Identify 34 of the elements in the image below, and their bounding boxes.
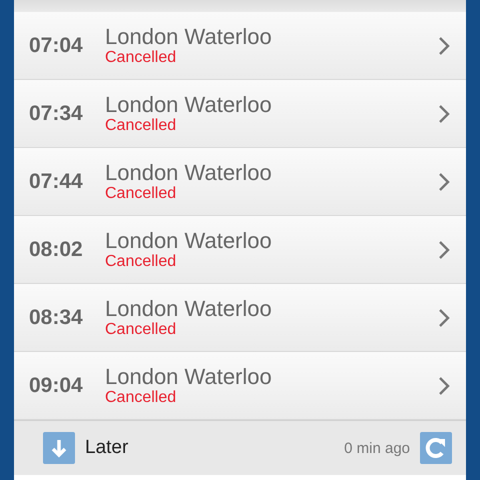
- chevron-icon: [438, 172, 450, 192]
- chevron-icon: [438, 308, 450, 328]
- departure-row[interactable]: 09:04 London Waterloo Cancelled: [14, 352, 466, 420]
- departure-row[interactable]: 08:34 London Waterloo Cancelled: [14, 284, 466, 352]
- departure-time: 07:34: [29, 102, 84, 126]
- departure-row[interactable]: 07:04 London Waterloo Cancelled: [14, 12, 466, 80]
- destination: London Waterloo: [105, 160, 273, 184]
- departure-time: 07:44: [29, 170, 84, 194]
- destination: London Waterloo: [105, 364, 273, 388]
- status-label: Cancelled: [105, 388, 178, 406]
- refresh-button[interactable]: [420, 432, 452, 464]
- destination: London Waterloo: [105, 296, 273, 320]
- chevron-icon: [438, 376, 450, 396]
- departure-time: 09:04: [29, 374, 84, 398]
- destination: London Waterloo: [105, 24, 273, 48]
- departure-time: 08:34: [29, 306, 84, 330]
- destination: London Waterloo: [105, 92, 273, 116]
- departure-row[interactable]: 07:44 London Waterloo Cancelled: [14, 148, 466, 216]
- destination: London Waterloo: [105, 228, 273, 252]
- chevron-icon: [438, 104, 450, 124]
- status-label: Cancelled: [105, 252, 178, 270]
- status-label: Cancelled: [105, 184, 178, 202]
- last-updated: 0 min ago: [344, 440, 410, 456]
- departure-time: 08:02: [29, 238, 84, 262]
- refresh-icon: [420, 432, 452, 464]
- status-label: Cancelled: [105, 48, 178, 66]
- status-label: Cancelled: [105, 116, 178, 134]
- departure-row[interactable]: 07:34 London Waterloo Cancelled: [14, 80, 466, 148]
- chevron-icon: [438, 36, 450, 56]
- departure-time: 07:04: [29, 34, 84, 58]
- chevron-icon: [438, 240, 450, 260]
- departure-row[interactable]: 08:02 London Waterloo Cancelled: [14, 216, 466, 284]
- later-button[interactable]: Later: [43, 432, 128, 464]
- status-label: Cancelled: [105, 320, 178, 338]
